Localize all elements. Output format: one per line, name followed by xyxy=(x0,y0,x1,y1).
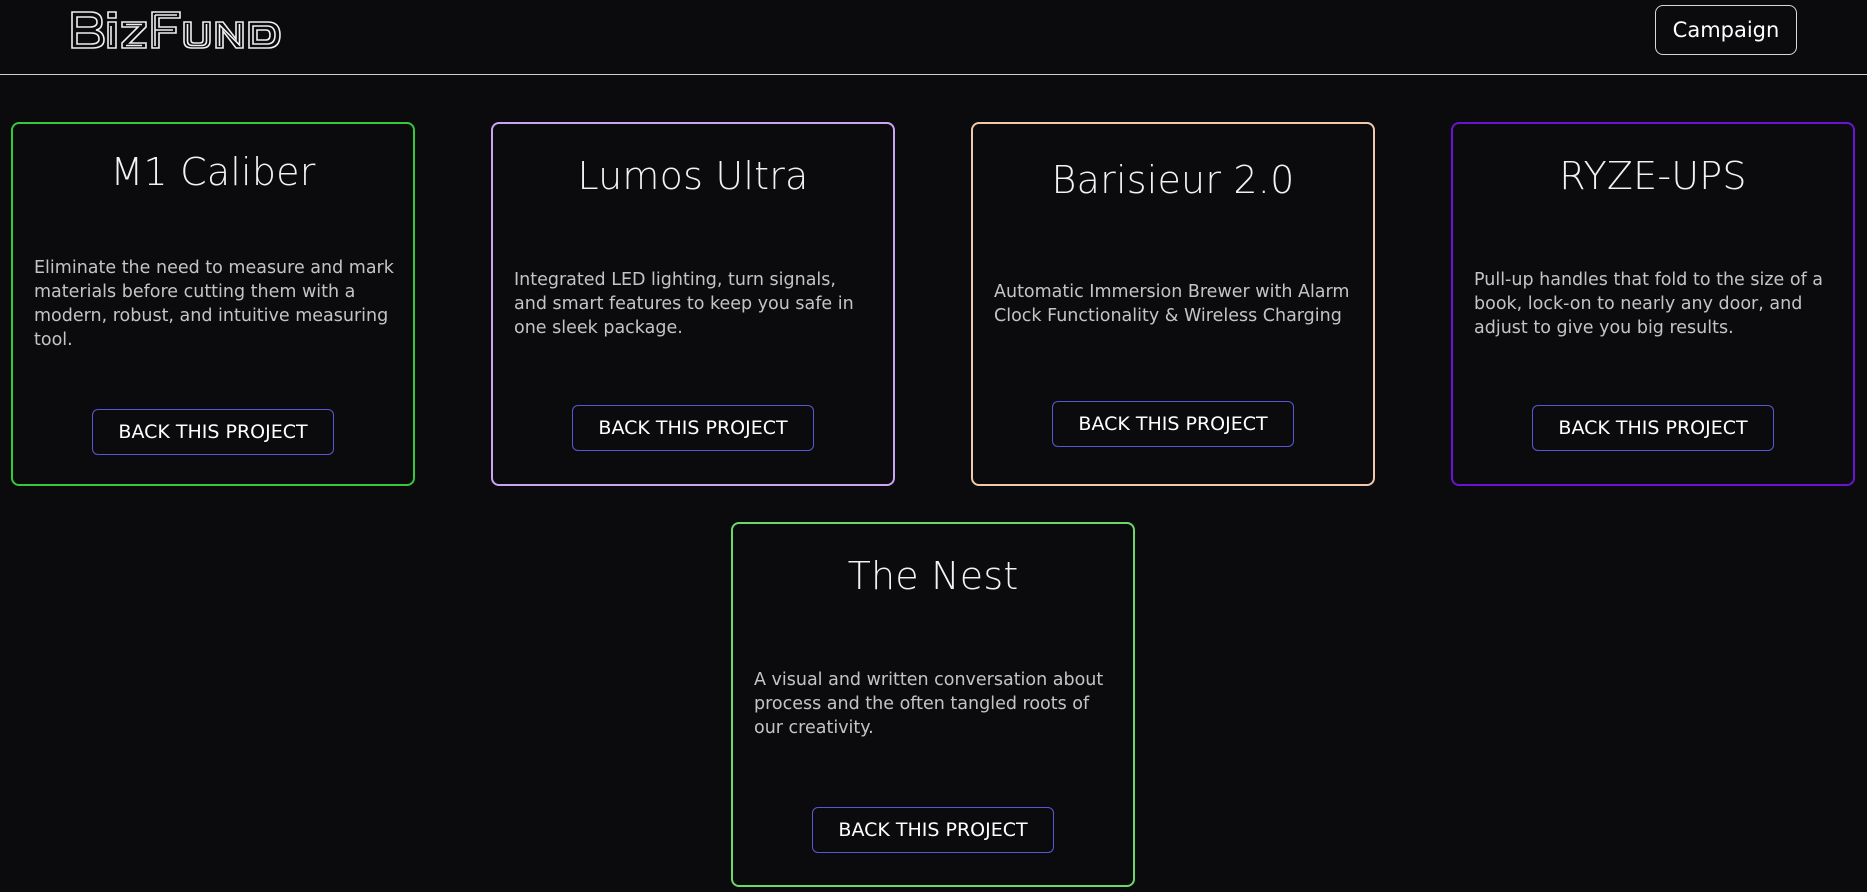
back-project-button[interactable]: BACK THIS PROJECT xyxy=(1532,405,1774,451)
back-project-button[interactable]: BACK THIS PROJECT xyxy=(572,405,814,451)
project-description: A visual and written conversation about … xyxy=(754,670,1104,738)
bizfund-logo[interactable] xyxy=(70,8,294,52)
project-card-ryze-ups: RYZE-UPS Pull-up handles that fold to th… xyxy=(1451,122,1855,486)
project-card-lumos-ultra: Lumos Ultra Integrated LED lighting, tur… xyxy=(491,122,895,486)
site-header: Campaign xyxy=(0,0,1867,75)
project-title: Lumos Ultra xyxy=(577,154,809,198)
project-description: Integrated LED lighting, turn signals, a… xyxy=(514,270,854,338)
back-project-button[interactable]: BACK THIS PROJECT xyxy=(812,807,1054,853)
project-description: Automatic Immersion Brewer with Alarm Cl… xyxy=(994,282,1350,326)
project-title: Barisieur 2.0 xyxy=(1051,158,1295,202)
project-card-barisieur: Barisieur 2.0 Automatic Immersion Brewer… xyxy=(971,122,1375,486)
back-project-button[interactable]: BACK THIS PROJECT xyxy=(92,409,334,455)
back-project-button[interactable]: BACK THIS PROJECT xyxy=(1052,401,1294,447)
campaign-button[interactable]: Campaign xyxy=(1655,5,1797,55)
project-title: The Nest xyxy=(847,554,1019,598)
project-title: RYZE-UPS xyxy=(1559,154,1747,198)
project-card-the-nest: The Nest A visual and written conversati… xyxy=(731,522,1135,887)
project-description: Pull-up handles that fold to the size of… xyxy=(1474,270,1824,338)
project-description: Eliminate the need to measure and mark m… xyxy=(34,258,394,350)
project-title: M1 Caliber xyxy=(110,150,316,194)
project-card-m1-caliber: M1 Caliber Eliminate the need to measure… xyxy=(11,122,415,486)
